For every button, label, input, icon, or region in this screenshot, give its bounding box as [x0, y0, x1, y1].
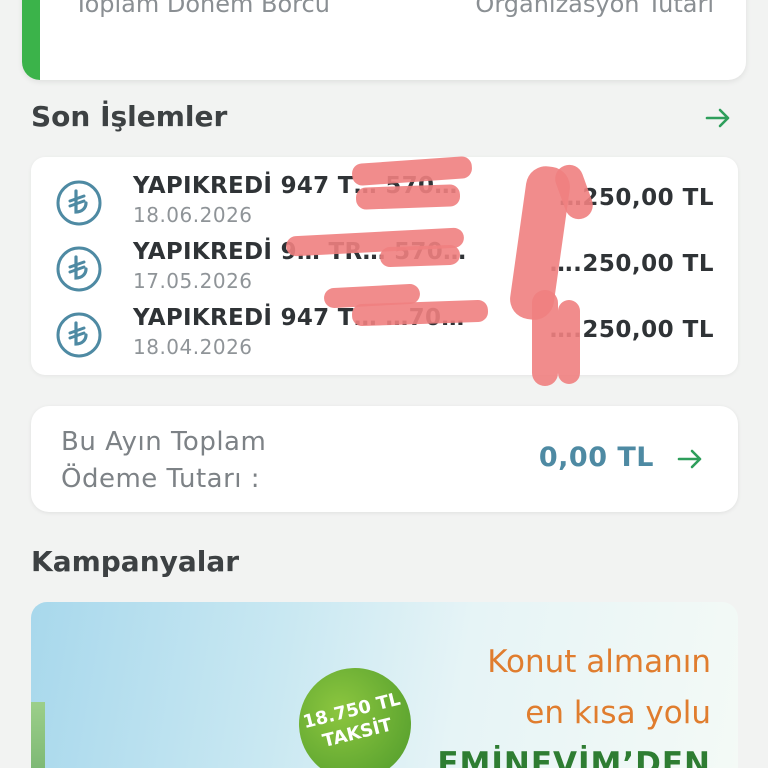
- transaction-amount: ….250,00 TL: [549, 251, 714, 277]
- monthly-payment-label-line1: Bu Ayın Toplam: [61, 427, 267, 457]
- arrow-right-icon: [705, 108, 730, 128]
- building-image: [31, 702, 45, 768]
- app-screen: Toplam Dönem Borcu Organizasyon Tutarı S…: [0, 0, 768, 768]
- promo-line-2: en kısa yolu: [525, 695, 711, 731]
- redaction-mark: [355, 184, 461, 210]
- campaign-banner[interactable]: 18.750 TL TAKSİT Konut almanın en kısa y…: [31, 602, 738, 768]
- lira-icon: [55, 311, 103, 359]
- monthly-payment-arrow-button[interactable]: [672, 441, 708, 477]
- campaigns-title: Kampanyalar: [31, 545, 240, 578]
- arrow-right-icon: [677, 449, 702, 469]
- installment-badge: 18.750 TL TAKSİT: [287, 656, 423, 768]
- card-accent-bar: [22, 0, 40, 80]
- redaction-mark: [379, 244, 461, 268]
- promo-brand: EMİNEVİM’DEN: [437, 746, 711, 768]
- lira-icon: [55, 245, 103, 293]
- promo-line-1: Konut almanın: [487, 644, 711, 680]
- monthly-payment-label-line2: Ödeme Tutarı :: [61, 464, 261, 494]
- transaction-date: 18.06.2026: [133, 203, 253, 227]
- lira-icon: [55, 179, 103, 227]
- total-period-debt-label: Toplam Dönem Borcu: [74, 0, 330, 18]
- recent-transactions-title: Son İşlemler: [31, 100, 228, 133]
- redaction-mark: [532, 290, 558, 386]
- debt-summary-card[interactable]: Toplam Dönem Borcu Organizasyon Tutarı: [22, 0, 746, 80]
- monthly-payment-card[interactable]: Bu Ayın Toplam Ödeme Tutarı : 0,00 TL: [31, 406, 738, 512]
- redaction-mark: [558, 300, 580, 384]
- transaction-date: 18.04.2026: [133, 335, 253, 359]
- organization-amount-label: Organizasyon Tutarı: [475, 0, 714, 18]
- transaction-date: 17.05.2026: [133, 269, 253, 293]
- monthly-payment-amount: 0,00 TL: [538, 442, 654, 473]
- monthly-payment-label: Bu Ayın Toplam Ödeme Tutarı :: [61, 424, 266, 498]
- recent-transactions-arrow-button[interactable]: [700, 100, 736, 136]
